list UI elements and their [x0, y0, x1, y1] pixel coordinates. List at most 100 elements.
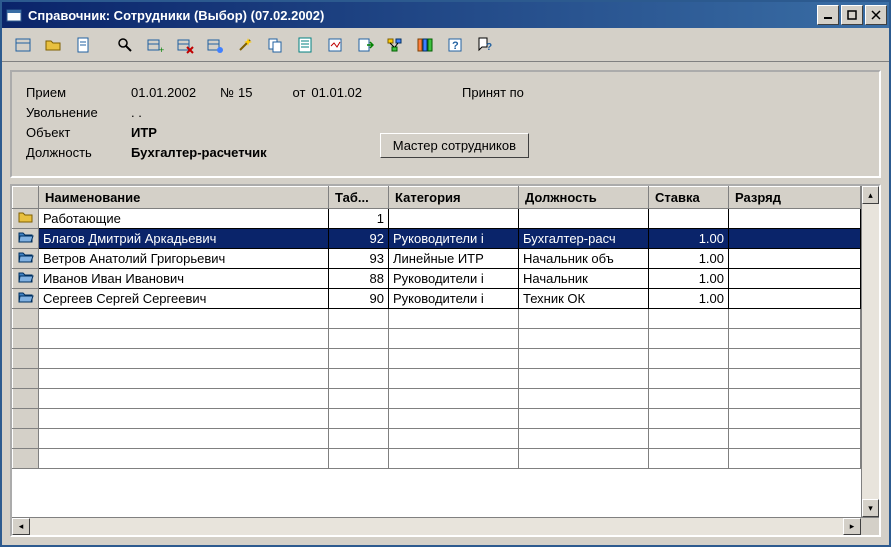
cell-category[interactable]: Руководители і — [389, 229, 519, 249]
table-row-empty — [13, 329, 861, 349]
svg-text:?: ? — [486, 42, 492, 53]
toolbar-copy-icon[interactable] — [262, 32, 288, 58]
cell-category[interactable]: Руководители і — [389, 289, 519, 309]
scroll-track[interactable] — [862, 204, 879, 499]
scroll-left-icon[interactable]: ◂ — [12, 518, 30, 535]
toolbar-whatsthis-icon[interactable]: ? — [472, 32, 498, 58]
position-value: Бухгалтер-расчетчик — [131, 145, 267, 160]
scroll-down-icon[interactable]: ▾ — [862, 499, 879, 517]
window-frame: Справочник: Сотрудники (Выбор) (07.02.20… — [0, 0, 891, 547]
toolbar-history-icon[interactable] — [322, 32, 348, 58]
cell-name[interactable]: Работающие — [39, 209, 329, 229]
toolbar-search-icon[interactable] — [112, 32, 138, 58]
toolbar-add-row-icon[interactable]: + — [142, 32, 168, 58]
toolbar-record-icon[interactable] — [292, 32, 318, 58]
table-row[interactable]: Ветров Анатолий Григорьевич93Линейные ИТ… — [13, 249, 861, 269]
toolbar-move-icon[interactable] — [352, 32, 378, 58]
cell-category[interactable]: Руководители і — [389, 269, 519, 289]
maximize-button[interactable] — [841, 5, 863, 25]
folder-icon — [13, 229, 39, 249]
cell-tab[interactable]: 1 — [329, 209, 389, 229]
folder-icon — [13, 249, 39, 269]
close-button[interactable] — [865, 5, 887, 25]
table-row-empty — [13, 389, 861, 409]
cell-grade[interactable] — [729, 289, 861, 309]
toolbar-delete-row-icon[interactable] — [172, 32, 198, 58]
object-label: Объект — [26, 125, 131, 140]
table-row[interactable]: Иванов Иван Иванович88Руководители іНача… — [13, 269, 861, 289]
col-grade[interactable]: Разряд — [729, 187, 861, 209]
table-row-empty — [13, 429, 861, 449]
cell-rate[interactable]: 1.00 — [649, 269, 729, 289]
fire-date: . . — [131, 105, 142, 120]
cell-rate[interactable]: 1.00 — [649, 249, 729, 269]
cell-name[interactable]: Иванов Иван Иванович — [39, 269, 329, 289]
grid-header: Наименование Таб... Категория Должность … — [13, 187, 861, 209]
scroll-corner — [861, 518, 879, 536]
table-row-empty — [13, 449, 861, 469]
cell-category[interactable]: Линейные ИТР — [389, 249, 519, 269]
object-value: ИТР — [131, 125, 157, 140]
col-tab[interactable]: Таб... — [329, 187, 389, 209]
number-prefix: № — [220, 85, 234, 100]
toolbar-document-icon[interactable] — [70, 32, 96, 58]
col-rate[interactable]: Ставка — [649, 187, 729, 209]
cell-tab[interactable]: 93 — [329, 249, 389, 269]
table-row[interactable]: Сергеев Сергей Сергеевич90Руководители і… — [13, 289, 861, 309]
scroll-right-icon[interactable]: ▸ — [843, 518, 861, 535]
scroll-up-icon[interactable]: ▴ — [862, 186, 879, 204]
cell-rate[interactable] — [649, 209, 729, 229]
folder-icon — [13, 289, 39, 309]
cell-name[interactable]: Благов Дмитрий Аркадьевич — [39, 229, 329, 249]
from-label: от — [293, 85, 306, 100]
cell-rate[interactable]: 1.00 — [649, 289, 729, 309]
cell-position[interactable]: Начальник — [519, 269, 649, 289]
master-employees-button[interactable]: Мастер сотрудников — [380, 133, 529, 158]
table-row[interactable]: Благов Дмитрий Аркадьевич92Руководители … — [13, 229, 861, 249]
folder-icon — [13, 209, 39, 229]
toolbar-help-icon[interactable]: ? — [442, 32, 468, 58]
cell-tab[interactable]: 88 — [329, 269, 389, 289]
cell-grade[interactable] — [729, 249, 861, 269]
position-label: Должность — [26, 145, 131, 160]
toolbar-wizard-icon[interactable] — [232, 32, 258, 58]
cell-position[interactable]: Техник ОК — [519, 289, 649, 309]
info-panel: Прием 01.01.2002 № 15 от 01.01.02 Принят… — [10, 70, 881, 178]
toolbar-tree-icon[interactable] — [382, 32, 408, 58]
hire-label: Прием — [26, 85, 131, 100]
number-value: 15 — [238, 85, 252, 100]
minimize-button[interactable] — [817, 5, 839, 25]
accepted-label: Принят по — [462, 85, 524, 100]
cell-position[interactable] — [519, 209, 649, 229]
cell-tab[interactable]: 90 — [329, 289, 389, 309]
table-row-empty — [13, 309, 861, 329]
cell-name[interactable]: Ветров Анатолий Григорьевич — [39, 249, 329, 269]
cell-category[interactable] — [389, 209, 519, 229]
from-date: 01.01.02 — [311, 85, 362, 100]
scroll-track-h[interactable] — [30, 518, 843, 535]
svg-text:+: + — [159, 45, 164, 54]
table-row-empty — [13, 369, 861, 389]
horizontal-scrollbar[interactable]: ◂ ▸ — [12, 517, 879, 535]
toolbar-columns-icon[interactable] — [412, 32, 438, 58]
hire-date: 01.01.2002 — [131, 85, 196, 100]
col-icon[interactable] — [13, 187, 39, 209]
table-row-empty — [13, 349, 861, 369]
toolbar-card-icon[interactable] — [10, 32, 36, 58]
col-category[interactable]: Категория — [389, 187, 519, 209]
col-position[interactable]: Должность — [519, 187, 649, 209]
cell-name[interactable]: Сергеев Сергей Сергеевич — [39, 289, 329, 309]
toolbar: + ? ? — [2, 28, 889, 62]
cell-rate[interactable]: 1.00 — [649, 229, 729, 249]
vertical-scrollbar[interactable]: ▴ ▾ — [861, 186, 879, 517]
col-name[interactable]: Наименование — [39, 187, 329, 209]
table-row[interactable]: Работающие1 — [13, 209, 861, 229]
toolbar-folder-icon[interactable] — [40, 32, 66, 58]
cell-grade[interactable] — [729, 229, 861, 249]
cell-grade[interactable] — [729, 269, 861, 289]
toolbar-edit-row-icon[interactable] — [202, 32, 228, 58]
cell-tab[interactable]: 92 — [329, 229, 389, 249]
cell-position[interactable]: Бухгалтер-расч — [519, 229, 649, 249]
cell-grade[interactable] — [729, 209, 861, 229]
cell-position[interactable]: Начальник объ — [519, 249, 649, 269]
